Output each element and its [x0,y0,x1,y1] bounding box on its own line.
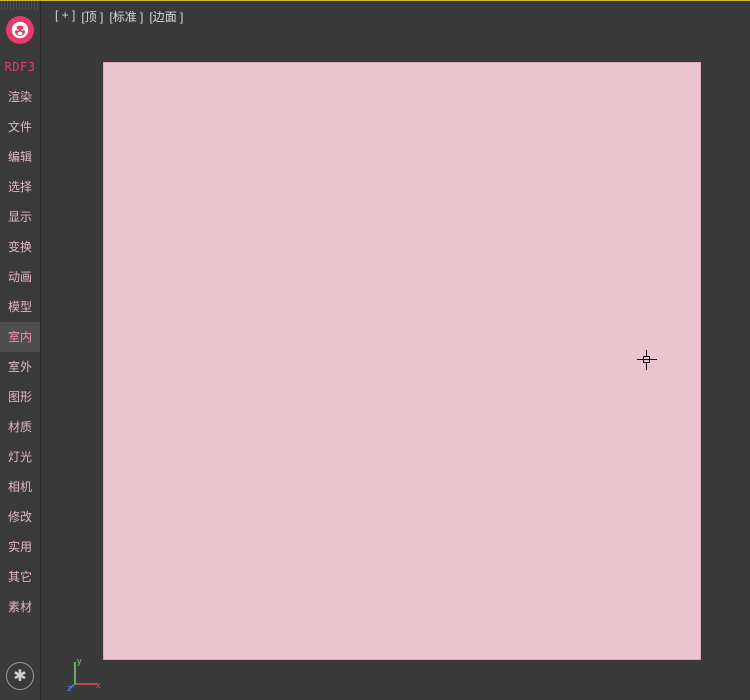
sidebar-item-file[interactable]: 文件 [0,112,40,142]
sidebar-item-light[interactable]: 灯光 [0,442,40,472]
sidebar-item-edit[interactable]: 编辑 [0,142,40,172]
sidebar-item-exterior[interactable]: 室外 [0,352,40,382]
sidebar-item-utility[interactable]: 实用 [0,532,40,562]
sidebar: RDF3 渲染 文件 编辑 选择 显示 变换 动画 模型 室内 室外 图形 材质… [0,0,40,700]
sidebar-item-modify[interactable]: 修改 [0,502,40,532]
window-top-hairline [0,0,750,1]
sidebar-item-camera[interactable]: 相机 [0,472,40,502]
viewport-mode-menu[interactable]: [标准 ] [109,8,143,25]
viewport-label: [ + ] [顶 ] [标准 ] [边面 ] [55,8,183,25]
sidebar-item-material[interactable]: 材质 [0,412,40,442]
sidebar-item-animation[interactable]: 动画 [0,262,40,292]
app-logo-button[interactable] [6,16,34,44]
viewport-shading-menu[interactable]: [边面 ] [149,8,183,25]
sidebar-item-interior[interactable]: 室内 [0,322,40,352]
sidebar-item-select[interactable]: 选择 [0,172,40,202]
settings-button[interactable]: ✱ [6,662,34,690]
axis-gizmo: y x z [69,658,101,690]
sidebar-item-transform[interactable]: 变换 [0,232,40,262]
viewport-view-menu[interactable]: [顶 ] [81,8,103,25]
axis-z-label: z [67,683,72,693]
axis-y-label: y [77,656,82,666]
viewport-plane[interactable] [103,62,701,660]
sidebar-item-assets[interactable]: 素材 [0,592,40,622]
sidebar-menu: RDF3 渲染 文件 编辑 选择 显示 变换 动画 模型 室内 室外 图形 材质… [0,52,40,622]
sidebar-item-model[interactable]: 模型 [0,292,40,322]
sidebar-item-render[interactable]: 渲染 [0,82,40,112]
monkey-icon [11,21,29,39]
sidebar-item-display[interactable]: 显示 [0,202,40,232]
axis-x-label: x [96,680,101,690]
sidebar-item-shape[interactable]: 图形 [0,382,40,412]
sidebar-item-other[interactable]: 其它 [0,562,40,592]
asterisk-icon: ✱ [13,666,26,686]
viewport[interactable]: [ + ] [顶 ] [标准 ] [边面 ] y x z [40,0,750,700]
sidebar-header[interactable]: RDF3 [0,52,40,82]
sidebar-grip[interactable] [0,0,40,10]
viewport-plus-menu[interactable]: [ + ] [55,8,75,25]
